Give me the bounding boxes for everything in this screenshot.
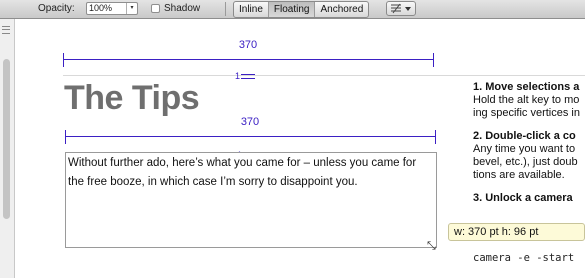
floating-text-box[interactable]: Without further ado, here’s what you cam… <box>65 152 437 248</box>
width-guide-box <box>65 130 436 144</box>
wrap-options-button[interactable] <box>386 1 416 16</box>
tips-column: 1. Move selections a Hold the alt key to… <box>473 81 585 215</box>
resize-handle-icon[interactable]: ⤡ <box>427 241 436 252</box>
wrap-mode-segmented-control: Inline Floating Anchored <box>233 1 370 18</box>
shadow-label: Shadow <box>164 3 201 14</box>
tip-title: 3. Unlock a camera <box>473 192 573 204</box>
wrap-anchored-button[interactable]: Anchored <box>315 2 368 17</box>
shadow-checkbox[interactable] <box>151 4 160 13</box>
width-guide-box-label: 370 <box>240 116 260 128</box>
opacity-select[interactable]: 100% ▾ <box>86 2 138 15</box>
size-tooltip: w: 370 pt h: 96 pt <box>448 223 585 241</box>
width-guide-top <box>63 53 434 67</box>
chevron-down-icon: ▾ <box>126 3 137 14</box>
tip-body-line: tions are available. <box>473 169 565 181</box>
wrap-inline-button[interactable]: Inline <box>234 2 269 17</box>
format-toolbar: Opacity: 100% ▾ Shadow Inline Floating A… <box>0 0 585 19</box>
text-box-content: Without further ado, here’s what you cam… <box>68 157 417 188</box>
tip-title: 2. Double-click a co <box>473 130 576 142</box>
tip-item: 1. Move selections a Hold the alt key to… <box>473 81 585 120</box>
tip-body-line: ing specific vertices in <box>473 107 580 119</box>
width-guide-top-label: 370 <box>238 39 258 51</box>
spacing-guide-top: 1 <box>235 71 256 81</box>
wrap-style-icon <box>391 3 411 14</box>
page-divider <box>63 75 585 76</box>
spacing-guide-top-label: 1 <box>235 71 241 81</box>
opacity-value: 100% <box>89 3 113 13</box>
toolbar-divider <box>225 2 226 16</box>
left-scrollbar[interactable] <box>0 19 15 278</box>
page-heading[interactable]: The Tips <box>64 78 200 118</box>
wrap-floating-button[interactable]: Floating <box>268 2 316 17</box>
opacity-label: Opacity: <box>38 3 75 14</box>
code-snippet: camera -e -start <box>473 252 575 264</box>
tip-body-line: bevel, etc.), just doub <box>473 156 578 168</box>
tip-body-line: Hold the alt key to mo <box>473 94 580 106</box>
menu-lines-icon <box>2 26 10 34</box>
tip-item: 2. Double-click a co Any time you want t… <box>473 130 585 182</box>
tip-item: 3. Unlock a camera <box>473 192 585 205</box>
tip-title: 1. Move selections a <box>473 81 580 93</box>
tip-body-line: Any time you want to <box>473 143 576 155</box>
scroll-thumb[interactable] <box>3 59 10 219</box>
